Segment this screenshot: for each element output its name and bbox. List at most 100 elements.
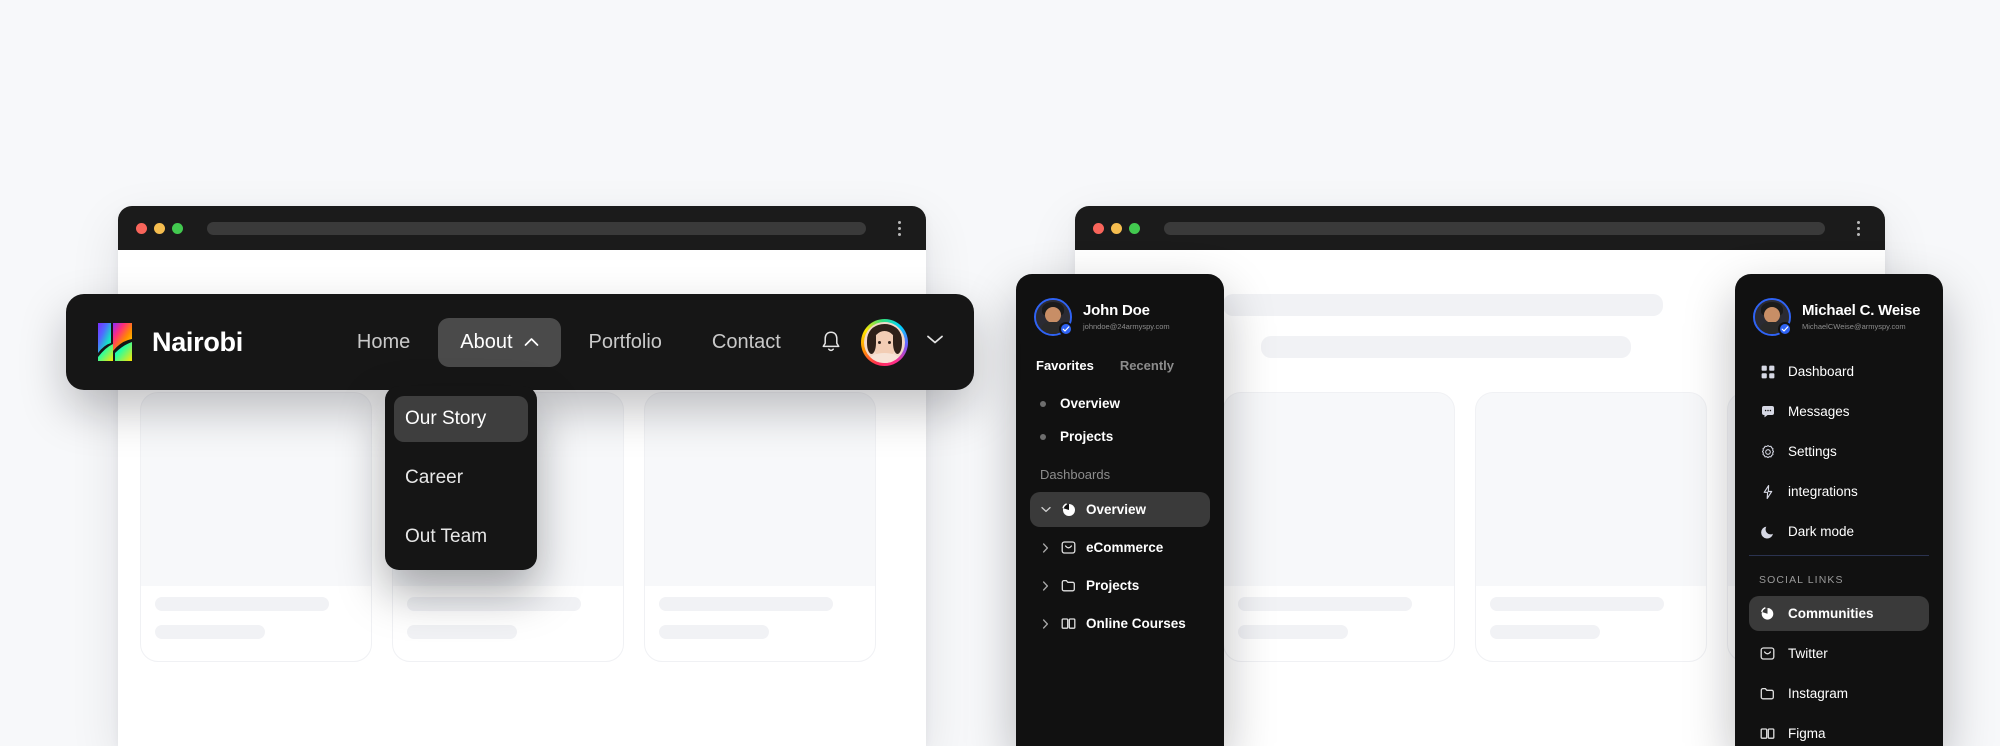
folder-icon: [1060, 577, 1077, 594]
browser-chrome-left: [118, 206, 926, 250]
section-title-dashboards: Dashboards: [1040, 467, 1111, 482]
nav-link-label: About: [460, 330, 513, 353]
nav-link-portfolio[interactable]: Portfolio: [567, 318, 684, 367]
dropdown-item-career[interactable]: Career: [394, 455, 528, 501]
gear-icon: [1759, 443, 1776, 460]
nav-link-label: Contact: [711, 330, 781, 353]
inbox-icon: [1060, 539, 1077, 556]
minimize-window-dot[interactable]: [1111, 222, 1122, 234]
sidebar-item-online-courses[interactable]: Online Courses: [1030, 606, 1210, 641]
sidebar-item-label: Overview: [1086, 502, 1147, 517]
close-window-dot[interactable]: [136, 222, 147, 234]
nav-link-label: Portfolio: [588, 330, 662, 353]
window-controls-right: [1093, 222, 1140, 234]
book-open-icon: [1060, 615, 1077, 632]
tab-recently[interactable]: Recently: [1120, 358, 1174, 373]
brand[interactable]: Nairobi: [96, 321, 243, 363]
moon-icon: [1759, 523, 1776, 540]
sidebar-panel-dashboards: John Doe johndoe@24armyspy.com Favorites…: [1016, 274, 1224, 746]
chevron-down-icon: [1040, 506, 1051, 513]
avatar-image: [864, 321, 905, 363]
sidebar-item-label: integrations: [1788, 484, 1858, 499]
profile-name: Michael C. Weise: [1802, 301, 1921, 319]
chevron-right-icon: [1040, 618, 1051, 629]
close-window-dot[interactable]: [1093, 222, 1104, 234]
sidebar-item-messages[interactable]: Messages: [1749, 394, 1929, 429]
minimize-window-dot[interactable]: [154, 222, 165, 234]
site-navbar: Nairobi Home About Portfolio Contact: [66, 294, 974, 390]
chevron-right-icon: [1040, 542, 1051, 553]
avatar[interactable]: [1753, 298, 1792, 336]
bullet-dot-icon: [1040, 400, 1046, 407]
nav-link-contact[interactable]: Contact: [690, 318, 803, 367]
navbar-actions: [819, 318, 944, 366]
skeleton-card: [644, 392, 876, 662]
kebab-menu-icon[interactable]: [890, 218, 908, 238]
book-open-icon: [1759, 725, 1776, 742]
chat-icon: [1759, 403, 1776, 420]
kebab-menu-icon[interactable]: [1849, 218, 1867, 238]
avatar[interactable]: [1034, 298, 1073, 336]
nav-link-home[interactable]: Home: [335, 318, 432, 367]
sidebar-item-dark-mode[interactable]: Dark mode: [1749, 514, 1929, 549]
maximize-window-dot[interactable]: [1129, 222, 1140, 234]
profile-text: John Doe johndoe@24armyspy.com: [1083, 302, 1170, 332]
pie-chart-icon: [1060, 501, 1077, 518]
sidebar-item-figma[interactable]: Figma: [1749, 716, 1929, 746]
skeleton-bar: [1261, 336, 1631, 358]
window-controls-left: [136, 222, 183, 234]
sidebar-item-ecommerce[interactable]: eCommerce: [1030, 530, 1210, 565]
url-input-left[interactable]: [207, 221, 866, 235]
sidebar-item-label: Communities: [1788, 606, 1874, 621]
sidebar-item-label: Twitter: [1788, 646, 1828, 661]
nav-link-about[interactable]: About: [438, 317, 561, 367]
sidebar-item-label: Projects: [1086, 578, 1140, 593]
sidebar-item-label: Settings: [1788, 444, 1837, 459]
sidebar-item-overview[interactable]: Overview: [1030, 492, 1210, 527]
favorite-label: Projects: [1060, 429, 1114, 444]
profile-email: johndoe@24armyspy.com: [1083, 322, 1170, 332]
chevron-down-icon[interactable]: [926, 333, 944, 351]
profile-email: MichaelCWeise@armyspy.com: [1802, 322, 1906, 332]
url-input-right[interactable]: [1164, 221, 1825, 235]
nairobi-gradient-n-logo: [96, 321, 138, 363]
skeleton-card: [1475, 392, 1707, 662]
sidebar-item-settings[interactable]: Settings: [1749, 434, 1929, 469]
sidebar-item-label: Figma: [1788, 726, 1826, 741]
sidebar-item-label: Dark mode: [1788, 524, 1855, 539]
profile-header[interactable]: John Doe johndoe@24armyspy.com: [1030, 294, 1210, 336]
section-title-social-links: SOCIAL LINKS: [1759, 574, 1844, 586]
profile-header[interactable]: Michael C. Weise MichaelCWeise@armyspy.c…: [1749, 294, 1929, 336]
sidebar-panel-account: Michael C. Weise MichaelCWeise@armyspy.c…: [1735, 274, 1943, 746]
sidebar-item-label: Messages: [1788, 404, 1850, 419]
sidebar-item-instagram[interactable]: Instagram: [1749, 676, 1929, 711]
dropdown-item-out-team[interactable]: Out Team: [394, 514, 528, 560]
sidebar-item-integrations[interactable]: integrations: [1749, 474, 1929, 509]
sidebar-item-label: Instagram: [1788, 686, 1849, 701]
skeleton-card: [140, 392, 372, 662]
favorite-item-overview[interactable]: Overview: [1030, 387, 1210, 420]
avatar[interactable]: [861, 318, 908, 366]
maximize-window-dot[interactable]: [172, 222, 183, 234]
bullet-dot-icon: [1040, 433, 1046, 440]
sidebar-item-twitter[interactable]: Twitter: [1749, 636, 1929, 671]
dropdown-item-our-story[interactable]: Our Story: [394, 396, 528, 442]
favorite-label: Overview: [1060, 396, 1121, 411]
verified-badge-icon: [1059, 322, 1073, 336]
sidebar-item-dashboard[interactable]: Dashboard: [1749, 354, 1929, 389]
zap-icon: [1759, 483, 1776, 500]
chevron-right-icon: [1040, 580, 1051, 591]
panel-tabs: Favorites Recently: [1030, 336, 1210, 373]
favorites-list: Overview Projects: [1030, 373, 1210, 453]
sidebar-item-communities[interactable]: Communities: [1749, 596, 1929, 631]
section-divider: [1749, 555, 1929, 556]
grid-icon: [1759, 363, 1776, 380]
skeleton-card: [1223, 392, 1455, 662]
notification-bell-icon[interactable]: [819, 329, 843, 355]
tab-favorites[interactable]: Favorites: [1036, 358, 1094, 373]
nav-links: Home About Portfolio Contact: [335, 317, 803, 367]
favorite-item-projects[interactable]: Projects: [1030, 420, 1210, 453]
verified-badge-icon: [1778, 322, 1792, 336]
sidebar-item-projects[interactable]: Projects: [1030, 568, 1210, 603]
brand-name: Nairobi: [152, 326, 243, 357]
